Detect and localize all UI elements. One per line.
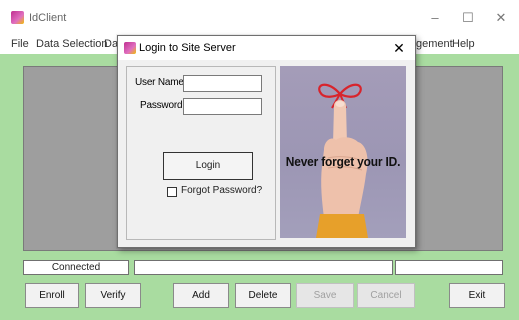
- login-form-panel: User Name: Password: Login Forgot Passwo…: [126, 66, 276, 240]
- close-button[interactable]: ✕: [486, 8, 516, 28]
- dialog-title: Login to Site Server: [139, 42, 236, 54]
- app-icon: [11, 11, 24, 24]
- connection-status: Connected: [23, 260, 129, 275]
- dialog-app-icon: [124, 42, 136, 54]
- username-label: User Name:: [135, 77, 187, 88]
- menu-help[interactable]: Help: [452, 38, 475, 50]
- forgot-password-checkbox[interactable]: [167, 187, 177, 197]
- status-middle: [134, 260, 393, 275]
- menu-data-selection[interactable]: Data Selection: [36, 38, 108, 50]
- enroll-button[interactable]: Enroll: [25, 283, 79, 308]
- maximize-button[interactable]: ☐: [453, 8, 483, 28]
- status-right: [395, 260, 503, 275]
- cancel-button[interactable]: Cancel: [357, 283, 415, 308]
- username-input[interactable]: [183, 75, 262, 92]
- exit-button[interactable]: Exit: [449, 283, 505, 308]
- password-label: Password:: [140, 100, 185, 111]
- dialog-close-button[interactable]: ✕: [389, 39, 409, 57]
- add-button[interactable]: Add: [173, 283, 229, 308]
- password-input[interactable]: [183, 98, 262, 115]
- verify-button[interactable]: Verify: [85, 283, 141, 308]
- delete-button[interactable]: Delete: [235, 283, 291, 308]
- window-title: IdClient: [29, 12, 67, 24]
- menu-management-truncated[interactable]: gement: [416, 38, 453, 50]
- ad-image: Never forget your ID.: [280, 66, 406, 238]
- menu-file[interactable]: File: [11, 38, 29, 50]
- minimize-button[interactable]: –: [420, 8, 450, 28]
- forgot-password-label[interactable]: Forgot Password?: [181, 185, 262, 196]
- finger-with-ribbon-illustration: [316, 83, 368, 238]
- login-button[interactable]: Login: [163, 152, 253, 180]
- save-button[interactable]: Save: [296, 283, 354, 308]
- login-dialog: Login to Site Server ✕ User Name: Passwo…: [117, 35, 416, 248]
- menu-data-truncated[interactable]: Da: [104, 38, 118, 50]
- ad-slogan: Never forget your ID.: [285, 154, 401, 169]
